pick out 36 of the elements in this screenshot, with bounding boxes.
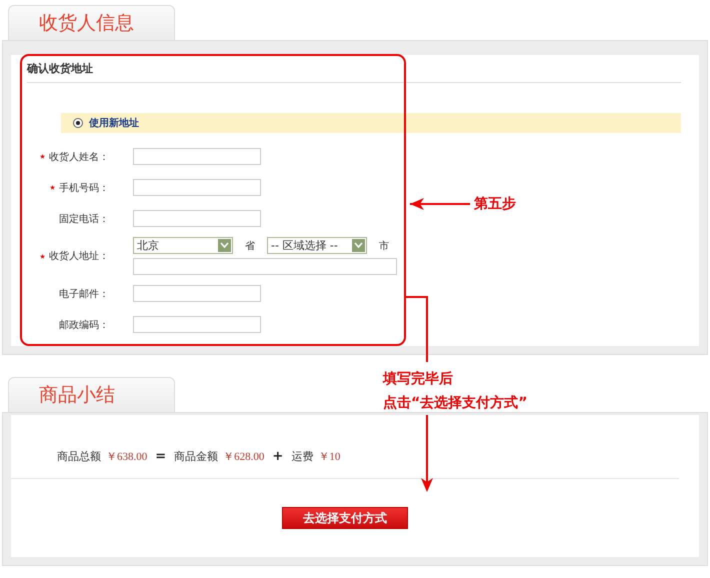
pointer-arrow bbox=[410, 198, 470, 210]
operator-sign: + bbox=[272, 449, 284, 464]
field-label: 电子邮件： bbox=[59, 288, 109, 300]
amount-label: 商品总额 bbox=[57, 449, 101, 464]
unit-label: 省 bbox=[245, 240, 255, 252]
field-label: 邮政编码： bbox=[59, 318, 109, 332]
input-field[interactable] bbox=[133, 148, 261, 165]
section-tab[interactable]: 商品小结 bbox=[8, 377, 175, 412]
unit-label: 市 bbox=[379, 240, 389, 252]
callout-text: 填写完毕后 bbox=[383, 370, 453, 388]
input-field[interactable] bbox=[133, 285, 261, 302]
section-tab[interactable]: 收货人信息 bbox=[8, 5, 175, 40]
field-label: 手机号码： bbox=[59, 182, 109, 194]
payment-button[interactable]: 去选择支付方式 bbox=[282, 507, 408, 529]
city-select[interactable]: -- 区域选择 -- bbox=[267, 237, 367, 254]
input-field[interactable] bbox=[133, 316, 261, 333]
amount-label: 商品金额 bbox=[174, 449, 218, 464]
operator-sign: = bbox=[155, 449, 166, 464]
field-label: 收货人地址： bbox=[49, 250, 109, 263]
radio-button[interactable] bbox=[73, 118, 83, 128]
amount-label: 运费 bbox=[291, 449, 314, 464]
province-select[interactable]: 北京 bbox=[133, 237, 233, 254]
caret-icon bbox=[352, 239, 365, 252]
caret-icon bbox=[218, 239, 231, 252]
field-label: 固定电话： bbox=[59, 212, 109, 226]
field-label: 收货人姓名： bbox=[49, 150, 109, 164]
price-text: ￥628.00 bbox=[223, 450, 264, 464]
step-label: 第五步 bbox=[474, 195, 516, 213]
price-text: ￥10 bbox=[318, 450, 340, 464]
input-field[interactable] bbox=[133, 179, 261, 196]
input-field[interactable] bbox=[133, 210, 261, 227]
callout-text: 点击“去选择支付方式” bbox=[383, 394, 528, 412]
option-label: 使用新地址 bbox=[89, 116, 139, 130]
price-text: ￥638.00 bbox=[106, 450, 148, 464]
address-field[interactable] bbox=[133, 258, 397, 275]
section-heading: 确认收货地址 bbox=[27, 55, 681, 83]
